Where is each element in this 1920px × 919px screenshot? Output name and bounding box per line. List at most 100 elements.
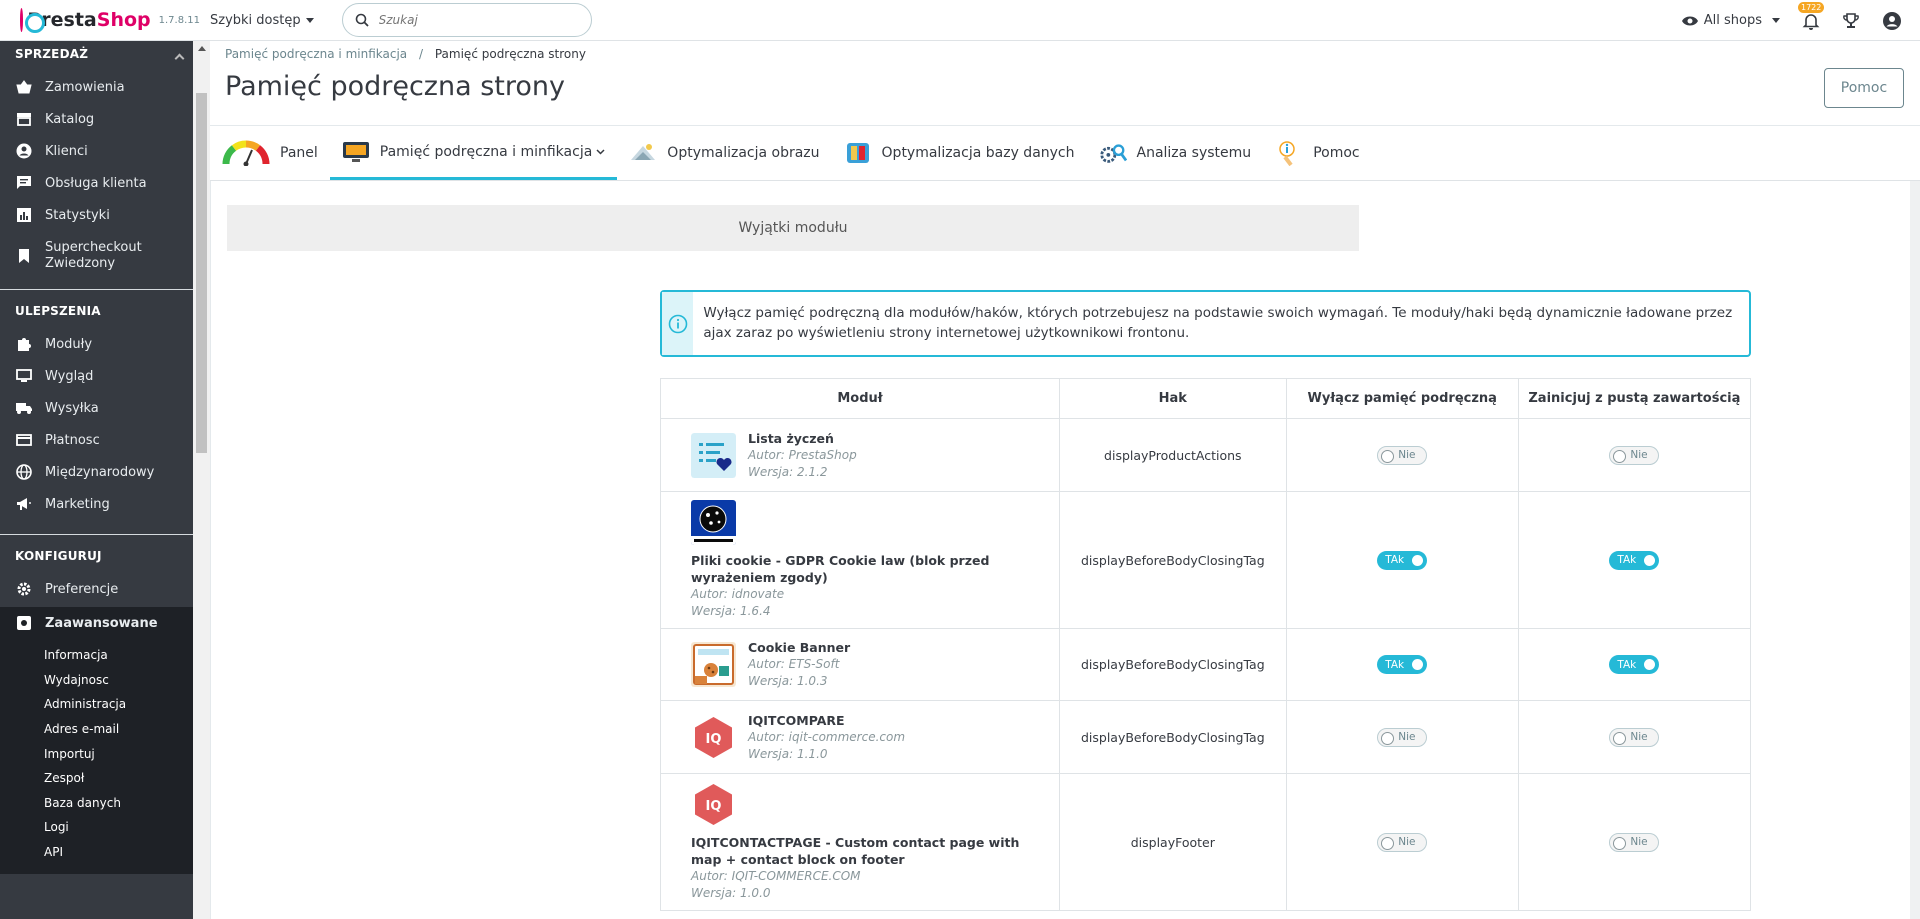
disable-cache-toggle[interactable]: TAk: [1377, 655, 1428, 674]
empty-content-toggle[interactable]: TAk: [1609, 550, 1660, 570]
all-shops-label: All shops: [1703, 13, 1762, 28]
sidebar-subitem-team[interactable]: Zespoł: [0, 766, 193, 791]
disable-cache-toggle[interactable]: Nie: [1377, 832, 1428, 852]
sidebar-item-modules[interactable]: Moduły: [0, 328, 193, 360]
notifications-button[interactable]: 1722: [1798, 1, 1825, 30]
tab-cache-minification[interactable]: Pamięć podręczna i minfikacja: [329, 126, 618, 180]
tab-label: Optymalizacja bazy danych: [881, 145, 1075, 161]
module-cell: Lista życzeń Autor: PrestaShop Wersja: 2…: [660, 418, 1060, 492]
empty-content-toggle[interactable]: Nie: [1609, 727, 1660, 747]
sidebar-item-customers[interactable]: Klienci: [0, 135, 193, 167]
quick-access-dropdown[interactable]: Szybki dostęp: [210, 13, 314, 28]
tab-label: Analiza systemu: [1136, 145, 1252, 161]
sidebar-item-shipping[interactable]: Wysyłka: [0, 392, 193, 424]
tab-label: Optymalizacja obrazu: [667, 145, 820, 161]
empty-content-toggle[interactable]: Nie: [1609, 445, 1660, 465]
sidebar-item-preferences[interactable]: Preferencje: [0, 573, 193, 605]
table-row: Pliki cookie - GDPR Cookie law (blok prz…: [660, 491, 1752, 629]
sidebar-scrollbar[interactable]: [193, 41, 210, 919]
megaphone-icon: [15, 495, 33, 513]
help-button[interactable]: Pomoc: [1824, 68, 1904, 108]
hook-cell: displayBeforeBodyClosingTag: [1058, 700, 1287, 774]
module-name: IQITCONTACTPAGE - Custom contact page wi…: [691, 835, 1020, 867]
breadcrumb-parent[interactable]: Pamięć podręczna i minfikacja: [225, 47, 407, 61]
breadcrumb-current: Pamięć podręczna strony: [434, 47, 586, 61]
empty-content-cell: Nie: [1517, 700, 1752, 774]
module-tabs: Panel Pamięć podręczna i minfikacja Opty…: [210, 125, 1920, 181]
panel-heading: Wyjątki modułu: [227, 205, 1359, 251]
module-author: Autor: iqit-commerce.com: [748, 729, 906, 744]
module-author: Autor: PrestaShop: [748, 447, 857, 462]
basket-icon: [15, 78, 33, 96]
page-header: Pamięć podręczna i minfikacja / Pamięć p…: [210, 41, 1920, 125]
cookie-banner-icon: [691, 642, 736, 687]
sidebar-item-orders[interactable]: Zamowienia: [0, 71, 193, 103]
empty-content-cell: TAk: [1517, 491, 1752, 629]
disable-cache-toggle[interactable]: Nie: [1377, 445, 1428, 465]
sidebar-item-catalog[interactable]: Katalog: [0, 103, 193, 135]
sidebar-label: Płatnosc: [45, 432, 100, 448]
sidebar-subitem-import[interactable]: Importuj: [0, 741, 193, 766]
sidebar-subitem-administration[interactable]: Administracja: [0, 692, 193, 717]
quick-access-label: Szybki dostęp: [210, 12, 301, 28]
info-alert-text: Wyłącz pamięć podręczną dla modułów/hakó…: [703, 305, 1733, 341]
sidebar-item-customer-service[interactable]: Obsługa klienta: [0, 167, 193, 199]
disable-cache-cell: Nie: [1285, 700, 1519, 774]
sidebar-subitem-database[interactable]: Baza danych: [0, 791, 193, 816]
sidebar-label: Moduły: [45, 336, 93, 352]
table-header-row: Moduł Hak Wyłącz pamięć podręczną Zainic…: [660, 378, 1752, 419]
sidebar-subitem-information[interactable]: Informacja: [0, 643, 193, 668]
scrollbar-thumb[interactable]: [196, 93, 207, 453]
sidebar-subitem-performance[interactable]: Wydajnosc: [0, 668, 193, 693]
tab-database-optimization[interactable]: Optymalizacja bazy danych: [832, 126, 1087, 180]
breadcrumb-separator: /: [418, 47, 424, 61]
search-box[interactable]: [341, 3, 592, 37]
disable-cache-toggle[interactable]: Nie: [1377, 727, 1428, 747]
sidebar-item-advanced[interactable]: Zaawansowane: [0, 53, 193, 639]
prestashop-logo[interactable]: PrestaShop 1.7.8.11: [20, 8, 200, 33]
empty-content-toggle[interactable]: Nie: [1609, 832, 1660, 852]
sidebar-item-international[interactable]: Międzynarodowy: [0, 456, 193, 488]
store-icon: [15, 110, 33, 128]
credit-card-icon: [15, 431, 33, 449]
disable-cache-cell: TAk: [1285, 628, 1519, 701]
disable-cache-cell: TAk: [1285, 491, 1519, 629]
prestashop-logo-icon: [20, 8, 48, 33]
search-input[interactable]: [378, 13, 579, 27]
puzzle-icon: [15, 335, 33, 353]
tab-panel[interactable]: Panel: [210, 126, 330, 180]
sidebar-item-appearance[interactable]: Wygląd: [0, 360, 193, 392]
sidebar-subitem-api[interactable]: API: [0, 840, 193, 865]
account-icon[interactable]: [1882, 11, 1902, 31]
sidebar-item-stats[interactable]: Statystyki: [0, 199, 193, 231]
gear-icon: [15, 580, 33, 598]
sidebar-label: Zaawansowane: [45, 615, 158, 631]
version-label: 1.7.8.11: [158, 14, 200, 26]
table-row: IQ IQITCONTACTPAGE - Custom contact page…: [660, 773, 1752, 911]
tab-help[interactable]: Pomoc: [1263, 126, 1371, 180]
sidebar-label: Wygląd: [45, 368, 94, 384]
main-content: Wyjątki modułu Wyłącz pamięć podręczną d…: [210, 181, 1910, 919]
tab-system-analysis[interactable]: Analiza systemu: [1087, 126, 1264, 180]
breadcrumb: Pamięć podręczna i minfikacja / Pamięć p…: [225, 47, 586, 61]
table-row: Cookie Banner Autor: ETS-Soft Wersja: 1.…: [660, 628, 1752, 701]
sidebar-subitem-logs[interactable]: Logi: [0, 815, 193, 840]
hook-cell: displayBeforeBodyClosingTag: [1058, 628, 1287, 701]
scroll-up-arrow-icon[interactable]: [198, 46, 206, 51]
disable-cache-toggle[interactable]: TAk: [1377, 550, 1428, 570]
sidebar-label: Klienci: [45, 143, 88, 159]
sidebar-subitem-email[interactable]: Adres e-mail: [0, 717, 193, 742]
sidebar-item-payment[interactable]: Płatnosc: [0, 424, 193, 456]
sidebar-item-supercheckout[interactable]: Supercheckout Zwiedzony: [0, 231, 193, 281]
iqit-hexagon-icon: IQ: [695, 716, 732, 758]
trophy-icon[interactable]: [1842, 12, 1860, 30]
cookie-idnovate-icon: [691, 500, 736, 545]
table-row: IQ IQITCOMPARE Autor: iqit-commerce.com …: [660, 700, 1752, 774]
sidebar-label: Preferencje: [45, 581, 119, 597]
empty-content-toggle[interactable]: TAk: [1609, 655, 1660, 674]
all-shops-dropdown[interactable]: All shops: [1681, 13, 1780, 28]
module-version: Wersja: 1.0.0: [691, 886, 771, 900]
search-icon: [355, 13, 369, 27]
tab-image-optimization[interactable]: Optymalizacja obrazu: [617, 126, 831, 180]
sidebar-item-marketing[interactable]: Marketing: [0, 488, 193, 520]
